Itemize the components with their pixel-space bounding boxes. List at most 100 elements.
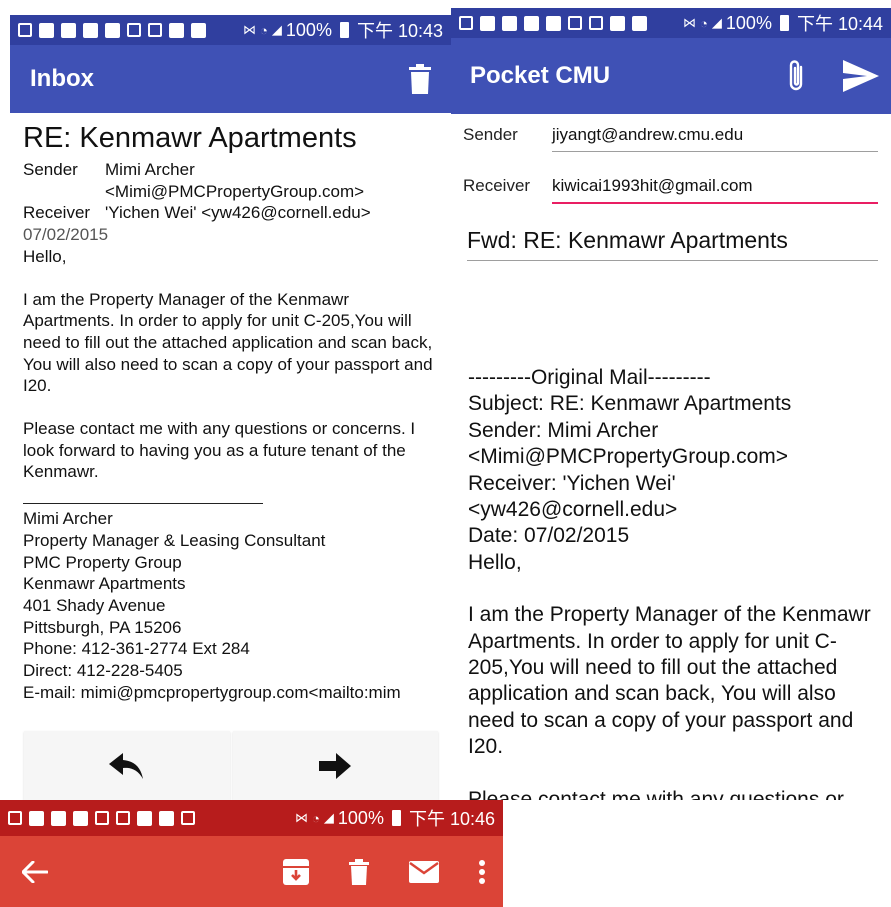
send-icon[interactable] (843, 60, 879, 92)
app-title: Pocket CMU (470, 62, 611, 89)
email-content: RE: Kenmawr Apartments Sender Mimi Arche… (10, 113, 451, 703)
notification-icons (18, 22, 243, 38)
signature-line: Mimi Archer (23, 509, 113, 529)
battery-icon (339, 22, 349, 38)
signal-icon: ◢ (323, 810, 334, 825)
signature-line: Pittsburgh, PA 15206 (23, 617, 182, 637)
linkedin-icon (632, 15, 647, 31)
facebook-icon (83, 22, 98, 38)
receiver-row: Receiver 'Yichen Wei' <yw426@cornell.edu… (23, 202, 438, 224)
battery-icon (391, 810, 401, 826)
sender-email: <Mimi@PMCPropertyGroup.com> (105, 181, 365, 201)
status-bar: ⋈ ◔ ◢ 100% 下午 10:44 (451, 8, 891, 38)
body-line: ---------Original Mail--------- (468, 366, 711, 389)
wifi-icon: ◔ (260, 22, 268, 38)
notification-icons (459, 15, 683, 31)
app-title: Inbox (30, 65, 94, 92)
gmail-screen: ⋈ ◔ ◢ 100% 下午 10:46 (0, 800, 503, 907)
signature-line: 401 Shady Avenue (23, 595, 166, 615)
weibo-icon (95, 811, 109, 825)
sender-label: Sender (23, 160, 78, 179)
status-bar: ⋈ ◔ ◢ 100% 下午 10:46 (0, 800, 503, 836)
gallery-icon (148, 23, 162, 37)
facebook-icon (105, 22, 120, 38)
reply-button[interactable] (24, 731, 230, 800)
chat-notification-icon (18, 23, 32, 37)
email-date: 07/02/2015 (23, 225, 109, 245)
compose-screen: ⋈ ◔ ◢ 100% 下午 10:44 Pocket CMU Sender ji… (451, 8, 891, 800)
signature-line: Property Manager & Leasing Consultant (23, 530, 326, 550)
signature-line: E-mail: mimi@pmcpropertygroup.com<mailto… (23, 682, 401, 702)
body-line: <yw426@cornell.edu> (468, 498, 678, 522)
subject-input[interactable]: Fwd: RE: Kenmawr Apartments (467, 227, 878, 261)
sender-label: Sender (463, 125, 518, 144)
receiver-value: 'Yichen Wei' <yw426@cornell.edu> (105, 203, 371, 223)
body-line: Subject: RE: Kenmawr Apartments (468, 392, 792, 416)
linkedin-icon (191, 22, 206, 38)
facebook-icon (51, 810, 66, 826)
weibo-icon (568, 16, 582, 30)
signal-icon: ◢ (711, 15, 722, 30)
wifi-icon: ◔ (700, 15, 708, 31)
email-paragraph: Please contact me with any questions or … (23, 419, 416, 482)
battery-percent: 100% (337, 807, 384, 828)
body-line: Please contact me with any questions or (468, 787, 844, 800)
signature-line: Direct: 412-228-5405 (23, 661, 183, 681)
receiver-field-row: Receiver kiwicai1993hit@gmail.com (463, 176, 878, 204)
receiver-input[interactable]: kiwicai1993hit@gmail.com (552, 176, 878, 204)
signature-divider (23, 503, 263, 505)
status-bar: ⋈ ◔ ◢ 100% 下午 10:43 (10, 15, 451, 45)
app-bar: Inbox (10, 45, 451, 113)
more-vert-icon[interactable] (479, 859, 485, 884)
trash-icon[interactable] (409, 64, 431, 94)
sender-field-row: Sender jiyangt@andrew.cmu.edu (463, 125, 878, 152)
signature-block: Mimi Archer Property Manager & Leasing C… (23, 508, 438, 703)
back-arrow-icon[interactable] (22, 860, 48, 883)
paperclip-icon[interactable] (785, 58, 807, 94)
archive-icon[interactable] (283, 858, 309, 885)
chat-notification-icon (8, 811, 22, 825)
signal-icon: ◢ (271, 22, 282, 37)
email-paragraph: I am the Property Manager of the Kenmawr… (23, 289, 433, 396)
reply-icon (108, 752, 145, 779)
battery-percent: 100% (285, 19, 332, 40)
sender-name: Mimi Archer (105, 160, 195, 179)
status-time: 下午 10:46 (408, 809, 495, 829)
email-greeting: Hello, (23, 246, 67, 266)
mail-icon[interactable] (409, 860, 439, 883)
wifi-icon: ◔ (312, 810, 320, 826)
trash-icon[interactable] (349, 858, 369, 885)
facebook-icon (524, 15, 539, 31)
body-line: Receiver: 'Yichen Wei' (468, 471, 676, 495)
sender-input[interactable]: jiyangt@andrew.cmu.edu (552, 125, 878, 152)
app-bar: Pocket CMU (451, 38, 891, 114)
chat-notification-icon (459, 16, 473, 30)
facebook-icon (546, 15, 561, 31)
message-actions (24, 731, 438, 800)
body-line: Hello, (468, 550, 522, 574)
facebook-icon (61, 22, 76, 38)
status-time: 下午 10:44 (796, 14, 883, 34)
forward-arrow-icon (319, 752, 352, 779)
vibrate-icon: ⋈ (295, 810, 309, 825)
facebook-icon (502, 15, 517, 31)
acrobat-icon (181, 811, 195, 825)
app-bar (0, 836, 503, 907)
app-notification-icon (480, 15, 495, 31)
facebook-icon (29, 810, 44, 826)
notification-icons (8, 810, 295, 826)
receiver-label: Receiver (463, 176, 531, 195)
inbox-screen: ⋈ ◔ ◢ 100% 下午 10:43 Inbox RE: Kenmawr Ap… (10, 15, 451, 800)
body-input[interactable]: ---------Original Mail--------- Subject:… (468, 365, 881, 800)
linkedin-icon (610, 15, 625, 31)
forward-button[interactable] (232, 731, 438, 800)
body-line: Date: 07/02/2015 (468, 524, 630, 548)
receiver-label: Receiver (23, 203, 91, 223)
signature-line: Phone: 412-361-2774 Ext 284 (23, 639, 250, 659)
facebook-icon (73, 810, 88, 826)
status-time: 下午 10:43 (356, 21, 443, 41)
body-line: Sender: Mimi Archer (468, 418, 659, 442)
gallery-icon (116, 811, 130, 825)
linkedin-icon (137, 810, 152, 826)
battery-percent: 100% (725, 12, 772, 33)
